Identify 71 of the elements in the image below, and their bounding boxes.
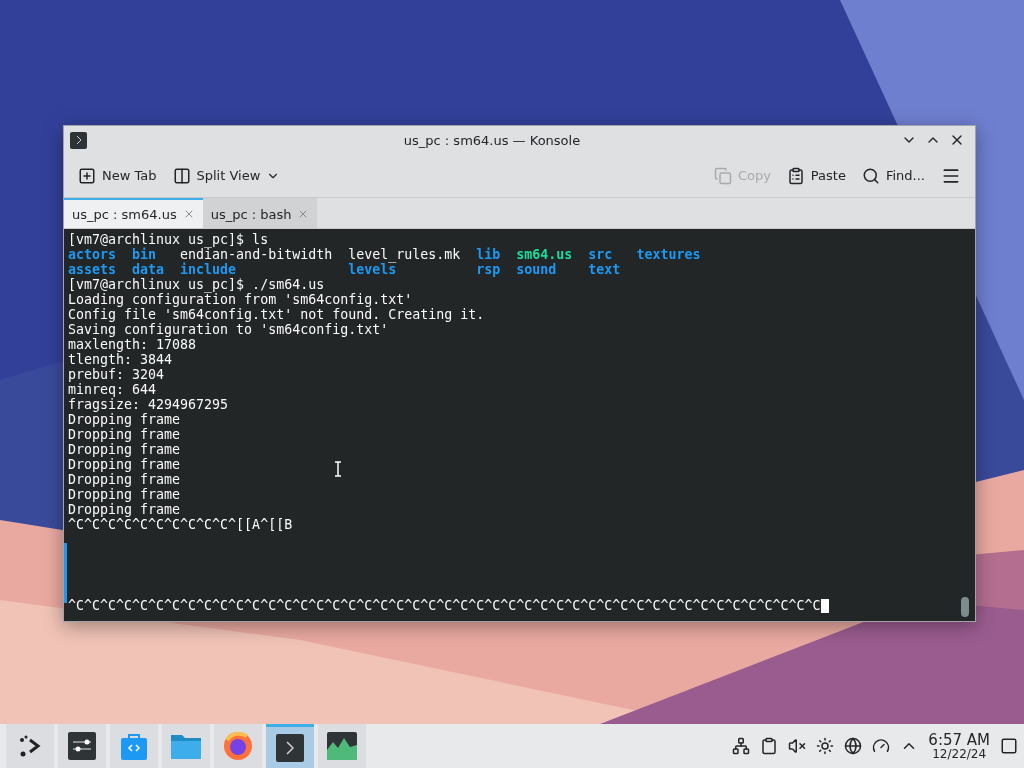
terminal-icon [276,733,304,762]
volume-muted-icon[interactable] [788,737,807,755]
text-cursor [820,598,829,613]
file-name: assets [68,262,117,277]
clipboard-icon [786,166,805,185]
terminal-line: [vm7@archlinux us_pc]$ ls [68,232,269,247]
terminal-line: maxlength: 17088 [68,337,197,352]
terminal-line: Config file 'sm64config.txt' not found. Creating it. [68,307,485,322]
terminal-line: fragsize: 4294967295 [68,397,229,412]
taskbar-app[interactable] [318,724,366,768]
terminal-line: ^C^C^C^C^C^C^C^C^C^C^[[A^[[B [68,517,293,532]
plus-icon [78,166,96,185]
launcher-icon [18,734,42,758]
terminal-line: [vm7@archlinux us_pc]$ ./sm64.us [68,277,325,292]
find-button[interactable]: Find... [855,162,931,189]
terminal-line: Dropping frame [68,412,181,427]
terminal-line: Dropping frame [68,487,181,502]
copy-icon [713,166,732,185]
terminal-line: prebuf: 3204 [68,367,165,382]
terminal-line: ^C^C^C^C^C^C^C^C^C^C^C^C^C^C^C^C^C^C^C^C^C^C^C^C^C^C^C^C^C^C^C^C^C^C^C^C^C^C^C^C^C^C^C^C^C^C^C [68,598,821,613]
gauge-icon[interactable] [872,737,891,755]
brightness-icon[interactable] [816,737,835,755]
folder-icon [171,733,201,759]
terminal-icon [70,131,87,149]
window-title: us_pc : sm64.us — Konsole [402,132,582,148]
file-name: sm64.us [516,247,573,262]
tab[interactable]: us_pc : sm64.us [64,198,203,228]
clock-date: 12/22/24 [932,747,987,760]
search-icon [861,166,880,185]
file-name: lib [476,247,501,262]
show-desktop-icon[interactable] [1000,737,1018,755]
clock[interactable]: 6:57 AM 12/22/24 [928,732,990,760]
tab[interactable]: us_pc : bash [202,198,318,228]
network-icon[interactable] [732,737,751,755]
file-name: data [132,262,165,277]
terminal-line: Dropping frame [68,442,181,457]
taskbar-app[interactable] [266,724,314,768]
new-tab-button[interactable]: New Tab [72,162,163,189]
shopping-bag-icon [121,732,147,760]
file-name: level_rules.mk [348,247,461,262]
taskbar-app[interactable] [58,724,106,768]
terminal-line: Loading configuration from 'sm64config.txt' [68,292,413,307]
paste-button[interactable]: Paste [780,162,852,189]
file-name: sound [516,262,558,277]
file-name: endian-and-bitwidth [180,247,333,262]
file-name: textures [636,247,701,262]
globe-icon[interactable] [844,737,863,755]
terminal-line: minreq: 644 [68,382,157,397]
file-name: bin [132,247,157,262]
split-view-button[interactable]: Split View [166,162,287,189]
line-marker [64,543,67,603]
terminal-line: tlength: 3844 [68,352,173,367]
file-name: rsp [476,262,501,277]
file-name: actors [68,247,117,262]
file-name: levels [348,262,397,277]
terminal-line: Dropping frame [68,472,181,487]
scrollbar-handle[interactable] [961,597,969,617]
terminal-line: Dropping frame [68,427,181,442]
terminal-line: Saving configuration to 'sm64config.txt' [68,322,389,337]
terminal-line: Dropping frame [68,457,181,472]
chart-icon [327,732,357,760]
clock-time: 6:57 AM [928,732,990,748]
terminal-line: Dropping frame [68,502,181,517]
file-name: include [180,262,238,277]
file-name: text [588,262,621,277]
taskbar-app[interactable] [6,724,54,768]
clipboard-icon[interactable] [760,737,779,755]
file-name: src [588,247,614,262]
settings-icon [68,732,96,760]
browser-icon [223,731,253,761]
columns-icon [172,166,191,185]
